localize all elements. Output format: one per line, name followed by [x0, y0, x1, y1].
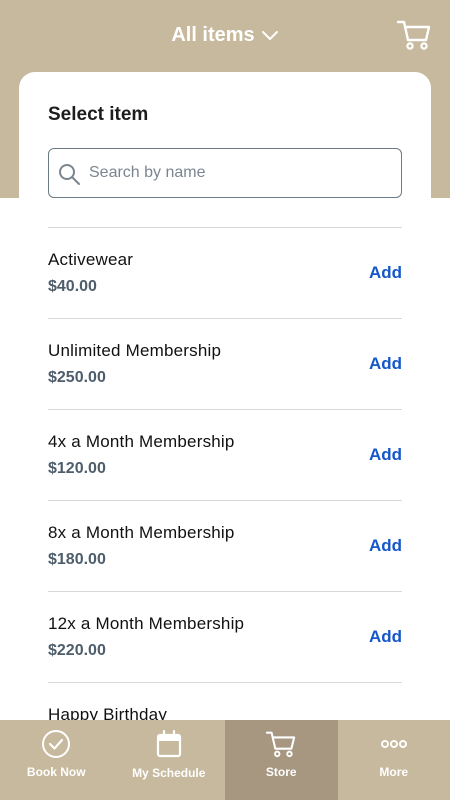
- search-icon: [59, 164, 80, 185]
- cart-icon: [266, 731, 296, 758]
- category-dropdown[interactable]: All items: [0, 24, 450, 47]
- tab-store[interactable]: Store: [225, 720, 338, 800]
- add-button[interactable]: Add: [369, 445, 402, 465]
- item-name: 8x a Month Membership: [48, 523, 235, 542]
- item-name: 4x a Month Membership: [48, 432, 235, 451]
- item-price: $180.00: [48, 551, 106, 568]
- search-box[interactable]: [48, 148, 402, 198]
- item-price: $250.00: [48, 369, 106, 386]
- cart-icon: [396, 20, 431, 50]
- item-list: Activewear $40.00 Add Unlimited Membersh…: [48, 227, 402, 773]
- list-item: Activewear $40.00 Add: [48, 227, 402, 318]
- chevron-down-icon: [261, 30, 278, 40]
- cart-button[interactable]: [396, 18, 432, 52]
- search-input[interactable]: [89, 151, 389, 195]
- add-button[interactable]: Add: [369, 354, 402, 374]
- add-button[interactable]: Add: [369, 627, 402, 647]
- select-item-panel: Select item Activewear $40.00 Add Unlimi…: [19, 72, 431, 772]
- item-name: Activewear: [48, 250, 134, 269]
- top-header: All items: [0, 0, 450, 72]
- tab-book-now[interactable]: Book Now: [0, 720, 113, 800]
- tab-label: Book Now: [26, 765, 86, 779]
- list-item: 4x a Month Membership $120.00 Add: [48, 409, 402, 500]
- more-dots-icon: [380, 740, 407, 748]
- list-item: 12x a Month Membership $220.00 Add: [48, 591, 402, 682]
- list-item: Unlimited Membership $250.00 Add: [48, 318, 402, 409]
- item-name: Unlimited Membership: [48, 341, 222, 360]
- check-circle-icon: [42, 730, 71, 758]
- tab-my-schedule[interactable]: My Schedule: [113, 720, 226, 800]
- add-button[interactable]: Add: [369, 536, 402, 556]
- tab-label: More: [379, 765, 409, 779]
- item-name: 12x a Month Membership: [48, 614, 245, 633]
- tab-label: Store: [265, 765, 297, 779]
- calendar-icon: [156, 729, 181, 758]
- list-item: 8x a Month Membership $180.00 Add: [48, 500, 402, 591]
- panel-title: Select item: [48, 104, 149, 125]
- bottom-nav: Book Now My Schedule Store More: [0, 720, 450, 800]
- tab-more[interactable]: More: [338, 720, 450, 800]
- tab-label: My Schedule: [132, 766, 206, 780]
- item-price: $120.00: [48, 460, 106, 477]
- item-price: $40.00: [48, 278, 97, 295]
- category-dropdown-label: All items: [171, 24, 255, 46]
- item-price: $220.00: [48, 642, 106, 659]
- add-button[interactable]: Add: [369, 263, 402, 283]
